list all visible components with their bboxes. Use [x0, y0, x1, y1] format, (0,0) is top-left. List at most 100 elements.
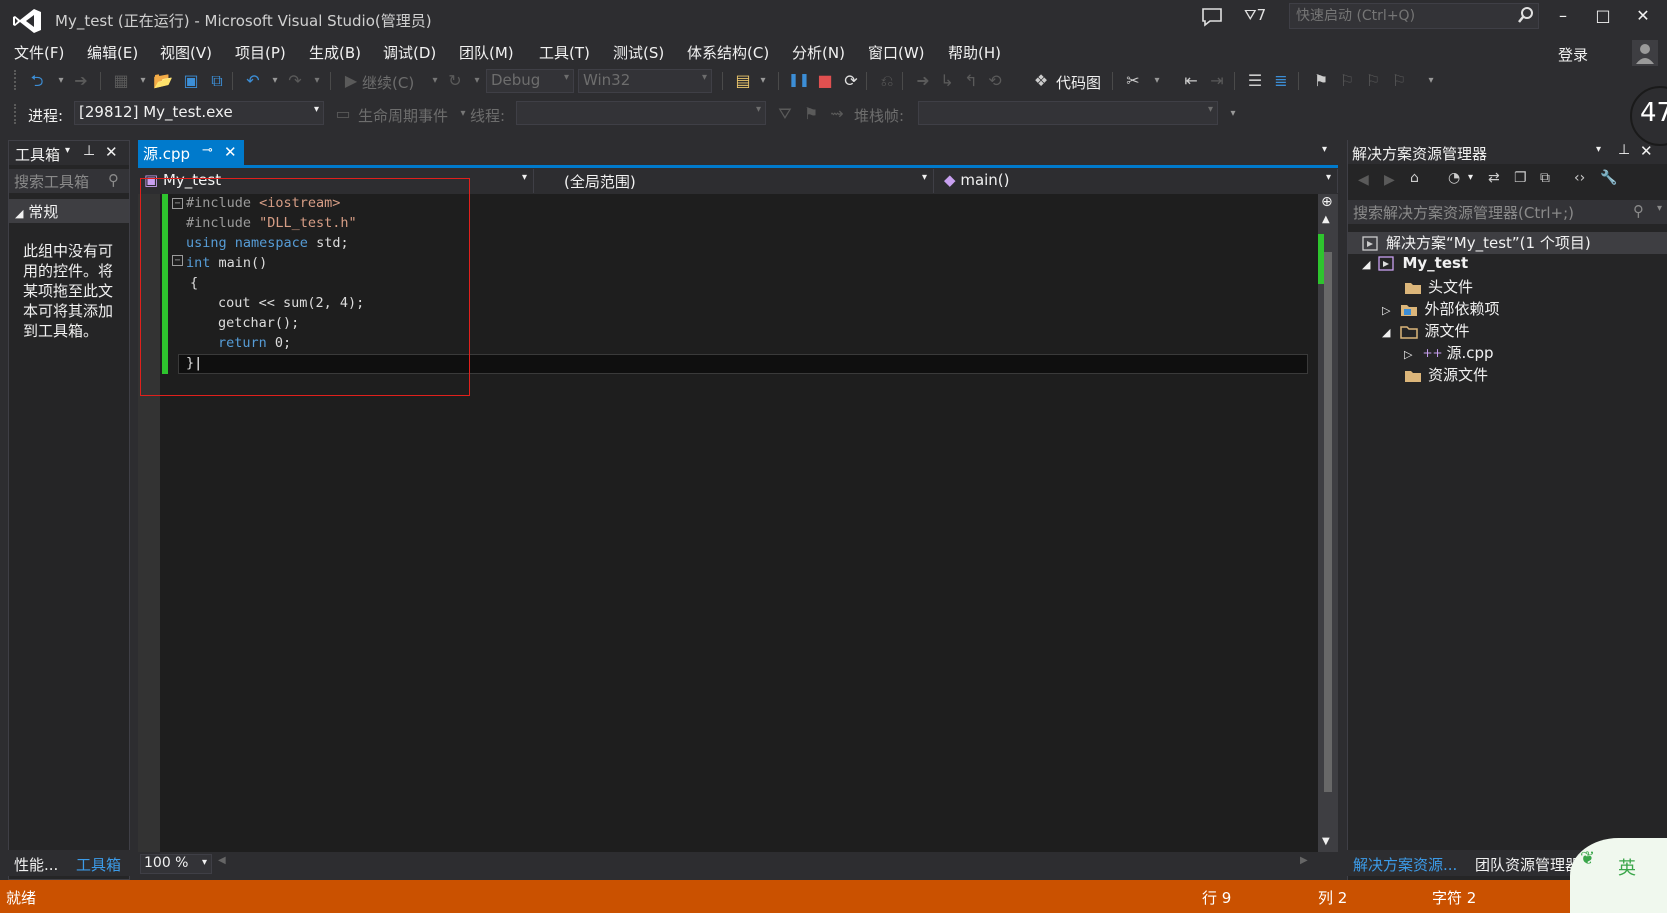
forward-icon[interactable]: ▶	[1384, 172, 1395, 188]
chevron-down-icon[interactable]: ▾	[424, 70, 446, 92]
scope-select[interactable]: (全局范围) ▾	[538, 169, 934, 193]
minimize-button[interactable]: –	[1548, 6, 1578, 32]
continue-icon[interactable]: ▶	[340, 70, 362, 92]
menu-edit[interactable]: 编辑(E)	[87, 42, 138, 63]
notification-filter[interactable]: ⛛7	[1244, 6, 1266, 24]
comment-icon[interactable]: ⇤	[1180, 70, 1202, 92]
platform-select[interactable]: Win32 ▾	[578, 69, 712, 93]
hot-reload-icon[interactable]: ⟲	[984, 70, 1006, 92]
menu-window[interactable]: 窗口(W)	[868, 42, 925, 63]
pin-icon[interactable]: ⊥	[1618, 142, 1630, 158]
toolbar-overflow-icon[interactable]: ▾	[1222, 103, 1244, 125]
chevron-down-icon[interactable]: ▾	[1596, 144, 1601, 155]
diagnostics-icon[interactable]: ✂	[1122, 70, 1144, 92]
redo-icon[interactable]: ↷	[284, 70, 306, 92]
chevron-down-icon[interactable]: ▾	[65, 145, 70, 156]
new-project-icon[interactable]: ▦	[110, 70, 132, 92]
show-all-files-icon[interactable]: ⧉	[1540, 170, 1550, 186]
toolbox-group-general[interactable]: ◢ 常规	[9, 199, 129, 223]
menu-analyze[interactable]: 分析(N)	[792, 42, 845, 63]
tree-item-resource-files[interactable]: 资源文件	[1404, 364, 1488, 386]
pin-icon[interactable]: ⊥	[83, 143, 95, 159]
chevron-down-icon[interactable]: ▾	[1146, 70, 1168, 92]
lifecycle-events-button[interactable]: 生命周期事件	[358, 105, 448, 126]
menu-tools[interactable]: 工具(T)	[539, 42, 590, 63]
tab-team-explorer[interactable]: 团队资源管理器	[1475, 854, 1580, 875]
menu-file[interactable]: 文件(F)	[14, 42, 64, 63]
process-select[interactable]: [29812] My_test.exe ▾	[74, 101, 324, 125]
view-code-icon[interactable]: ‹›	[1574, 170, 1585, 186]
flag-threads-icon[interactable]: ⚑	[800, 103, 822, 125]
stack-frame-select[interactable]: ▾	[918, 101, 1218, 125]
uncomment-icon[interactable]: ⇥	[1206, 70, 1228, 92]
pin-icon[interactable]: ⊸	[202, 143, 213, 158]
indent-icon[interactable]: ☰	[1244, 70, 1266, 92]
chevron-down-icon[interactable]: ▾	[752, 70, 774, 92]
tree-item-solution[interactable]: 解决方案“My_test”(1 个项目)	[1348, 232, 1667, 254]
menu-team[interactable]: 团队(M)	[459, 42, 514, 63]
open-file-icon[interactable]: 📂	[152, 70, 174, 92]
close-icon[interactable]: ✕	[224, 143, 237, 161]
next-bookmark-icon[interactable]: ⚐	[1362, 70, 1384, 92]
menu-project[interactable]: 项目(P)	[235, 42, 286, 63]
save-icon[interactable]: ▣	[180, 70, 202, 92]
navigate-forward-icon[interactable]: ➔	[70, 70, 92, 92]
account-icon[interactable]	[1632, 40, 1658, 66]
stop-icon[interactable]: ■	[814, 70, 836, 92]
save-all-icon[interactable]: ⧉	[206, 70, 228, 92]
back-icon[interactable]: ◀	[1358, 172, 1369, 188]
maximize-button[interactable]: □	[1588, 6, 1618, 32]
chevron-down-icon[interactable]: ▾	[306, 70, 328, 92]
pause-icon[interactable]: ❚❚	[788, 70, 810, 92]
navigate-back-icon[interactable]: ⮌	[26, 70, 48, 92]
login-link[interactable]: 登录	[1558, 44, 1588, 65]
chevron-down-icon[interactable]: ▾	[50, 70, 72, 92]
step-out-icon[interactable]: ↰	[960, 70, 982, 92]
chevron-down-icon[interactable]: ▾	[264, 70, 286, 92]
filter-icon[interactable]: ⛛	[774, 103, 796, 125]
find-in-files-icon[interactable]: ▤	[732, 70, 754, 92]
menu-help[interactable]: 帮助(H)	[948, 42, 1001, 63]
menu-build[interactable]: 生成(B)	[309, 42, 361, 63]
menu-test[interactable]: 测试(S)	[613, 42, 664, 63]
chevron-down-icon[interactable]: ▾	[1468, 172, 1473, 183]
configuration-select[interactable]: Debug ▾	[486, 69, 574, 93]
expand-callstack-icon[interactable]: ⇝	[826, 103, 848, 125]
sync-icon[interactable]: ◔	[1448, 170, 1460, 186]
chevron-down-icon[interactable]: ▾	[132, 70, 154, 92]
scroll-up-icon[interactable]: ▲	[1322, 214, 1330, 225]
refresh-icon[interactable]: ⇄	[1488, 170, 1500, 186]
scroll-down-icon[interactable]: ▼	[1322, 836, 1330, 847]
continue-button[interactable]: 继续(C)	[362, 72, 414, 93]
tab-overflow-icon[interactable]: ▾	[1322, 144, 1327, 155]
thread-select[interactable]: ▾	[516, 101, 766, 125]
solution-search-input[interactable]: 搜索解决方案资源管理器(Ctrl+;) ⚲ ▾	[1348, 200, 1667, 224]
format-icon[interactable]: ≣	[1270, 70, 1292, 92]
feedback-icon[interactable]	[1200, 6, 1224, 28]
tab-toolbox[interactable]: 工具箱	[76, 854, 121, 875]
previous-bookmark-icon[interactable]: ⚐	[1336, 70, 1358, 92]
tree-item-source-cpp[interactable]: ▷ ++ 源.cpp	[1404, 342, 1494, 364]
code-map-button[interactable]: 代码图	[1056, 72, 1101, 93]
chevron-down-icon[interactable]: ▾	[466, 70, 488, 92]
show-next-statement-icon[interactable]: ⎌	[876, 70, 898, 92]
menu-architecture[interactable]: 体系结构(C)	[687, 42, 769, 63]
refresh-icon[interactable]: ↻	[444, 70, 466, 92]
menu-view[interactable]: 视图(V)	[160, 42, 212, 63]
ime-indicator[interactable]: ❦ 英	[1570, 838, 1667, 913]
tab-performance[interactable]: 性能...	[14, 854, 58, 875]
close-icon[interactable]: ✕	[105, 143, 118, 161]
undo-icon[interactable]: ↶	[242, 70, 264, 92]
scrollbar-thumb[interactable]	[1324, 252, 1332, 792]
close-window-button[interactable]: ✕	[1628, 6, 1658, 32]
scroll-right-icon[interactable]: ▶	[1300, 855, 1308, 866]
menu-debug[interactable]: 调试(D)	[383, 42, 436, 63]
step-over-icon[interactable]: ➜	[912, 70, 934, 92]
tree-item-external-deps[interactable]: ▷ 外部依赖项	[1382, 298, 1499, 320]
toolbox-search-input[interactable]: 搜索工具箱 ⚲	[9, 169, 129, 193]
step-into-icon[interactable]: ↳	[936, 70, 958, 92]
scroll-left-icon[interactable]: ◀	[218, 855, 226, 866]
member-select[interactable]: ◆ main() ▾	[938, 169, 1338, 193]
restart-icon[interactable]: ⟳	[840, 70, 862, 92]
search-icon[interactable]	[1517, 6, 1535, 24]
